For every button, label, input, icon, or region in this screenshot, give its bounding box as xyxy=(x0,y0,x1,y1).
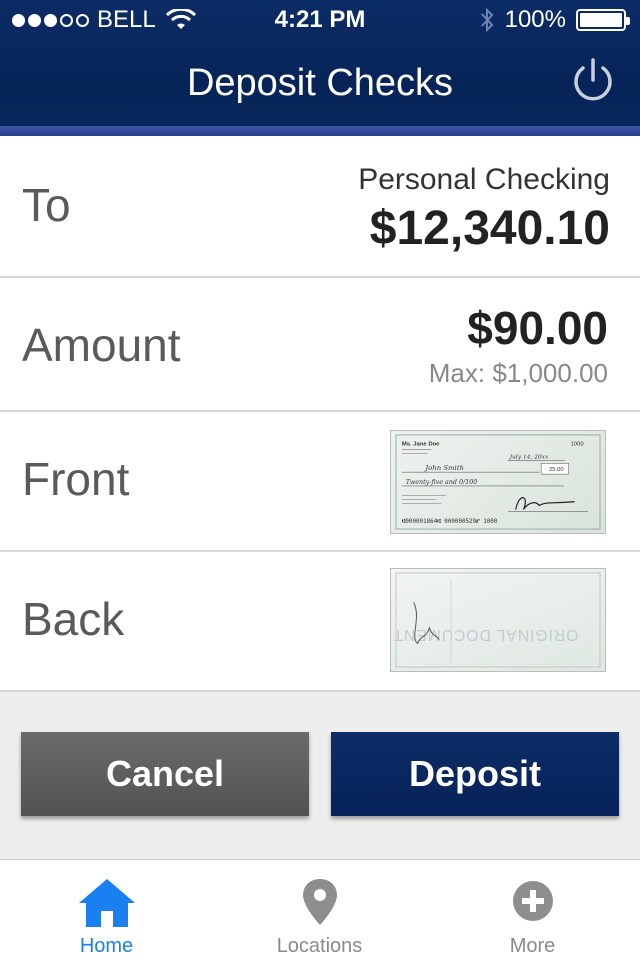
check-front-amount: 25.00 xyxy=(549,467,564,473)
check-front-micr: ⑆000001864⑆ 000000529⑈ 1000 xyxy=(402,519,498,525)
plus-circle-icon xyxy=(512,881,553,921)
account-name: Personal Checking xyxy=(358,163,610,196)
header-stripe xyxy=(0,126,640,136)
check-front-written: Twenty-five and 0/100 xyxy=(406,478,478,486)
tab-label: Home xyxy=(79,935,134,957)
tab-home[interactable]: Home xyxy=(0,861,213,960)
check-front-payee: John Smith xyxy=(423,464,463,472)
battery-percent: 100% xyxy=(504,6,566,33)
check-front-image[interactable]: Ms. Jane Doe 1000 July 14, 20xx John Smi… xyxy=(390,430,606,534)
home-icon xyxy=(78,879,135,927)
status-right: 100% xyxy=(479,0,630,40)
location-pin-icon xyxy=(302,879,337,925)
tab-locations[interactable]: Locations xyxy=(213,861,426,960)
deposit-button[interactable]: Deposit xyxy=(331,732,619,816)
amount-label: Amount xyxy=(22,319,181,371)
front-label: Front xyxy=(22,453,130,505)
check-back-watermark: ORIGINAL DOCUMENT xyxy=(392,626,578,643)
check-back-image[interactable]: ORIGINAL DOCUMENT xyxy=(390,568,606,672)
page-title: Deposit Checks xyxy=(186,62,454,104)
check-front-name: Ms. Jane Doe xyxy=(402,442,440,448)
status-bar: BELL 4:21 PM 100% xyxy=(0,0,640,40)
cancel-button[interactable]: Cancel xyxy=(21,732,309,816)
power-icon[interactable] xyxy=(568,56,618,106)
tab-label: Locations xyxy=(276,935,363,957)
battery-icon xyxy=(576,9,630,31)
bluetooth-icon xyxy=(480,7,493,33)
to-label: To xyxy=(22,179,71,231)
back-label: Back xyxy=(22,593,125,645)
check-front-number: 1000 xyxy=(571,442,585,448)
amount-value: $90.00 xyxy=(467,302,608,354)
tab-label: More xyxy=(509,935,556,957)
check-front-date: July 14, 20xx xyxy=(509,454,549,460)
amount-max: Max: $1,000.00 xyxy=(428,358,608,388)
account-balance: $12,340.10 xyxy=(369,202,610,255)
tab-more[interactable]: More xyxy=(426,861,639,960)
